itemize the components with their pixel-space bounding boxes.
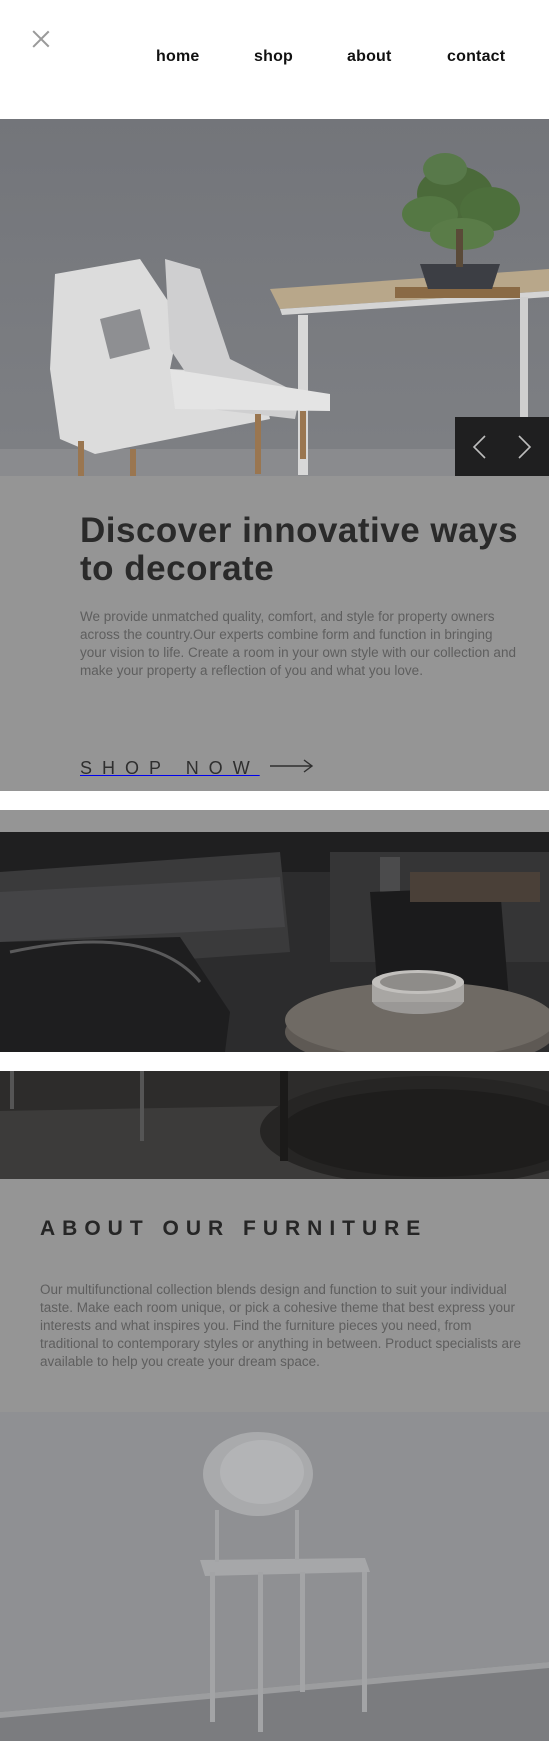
- nav-home[interactable]: home: [156, 48, 199, 66]
- living-room-image: [0, 832, 549, 1052]
- discover-section: Discover innovative ways to decorate We …: [0, 476, 549, 791]
- close-icon[interactable]: [30, 28, 52, 50]
- about-section: ABOUT OUR FURNITURE Our multifunctional …: [0, 1179, 549, 1412]
- about-text: Our multifunctional collection blends de…: [40, 1282, 521, 1369]
- chevron-left-icon[interactable]: [469, 434, 493, 460]
- slider-controls: [455, 417, 549, 476]
- discover-text: We provide unmatched quality, comfort, a…: [80, 609, 516, 678]
- chair-image: [0, 1412, 549, 1741]
- discover-title: Discover innovative ways to decorate: [80, 511, 519, 588]
- main-nav: home shop about contact: [0, 48, 549, 70]
- shop-now-label: SHOP NOW: [80, 757, 260, 778]
- site-header: home shop about contact: [0, 0, 549, 119]
- shop-now-button[interactable]: SHOP NOW: [80, 756, 314, 780]
- nav-about[interactable]: about: [347, 48, 392, 66]
- nav-contact[interactable]: contact: [447, 48, 505, 66]
- about-title: ABOUT OUR FURNITURE: [40, 1217, 428, 1240]
- living-room-floor-image: [0, 1071, 549, 1179]
- nav-shop[interactable]: shop: [254, 48, 293, 66]
- divider-strip: [0, 810, 549, 832]
- chevron-right-icon[interactable]: [511, 434, 535, 460]
- arrow-right-icon: [269, 758, 314, 778]
